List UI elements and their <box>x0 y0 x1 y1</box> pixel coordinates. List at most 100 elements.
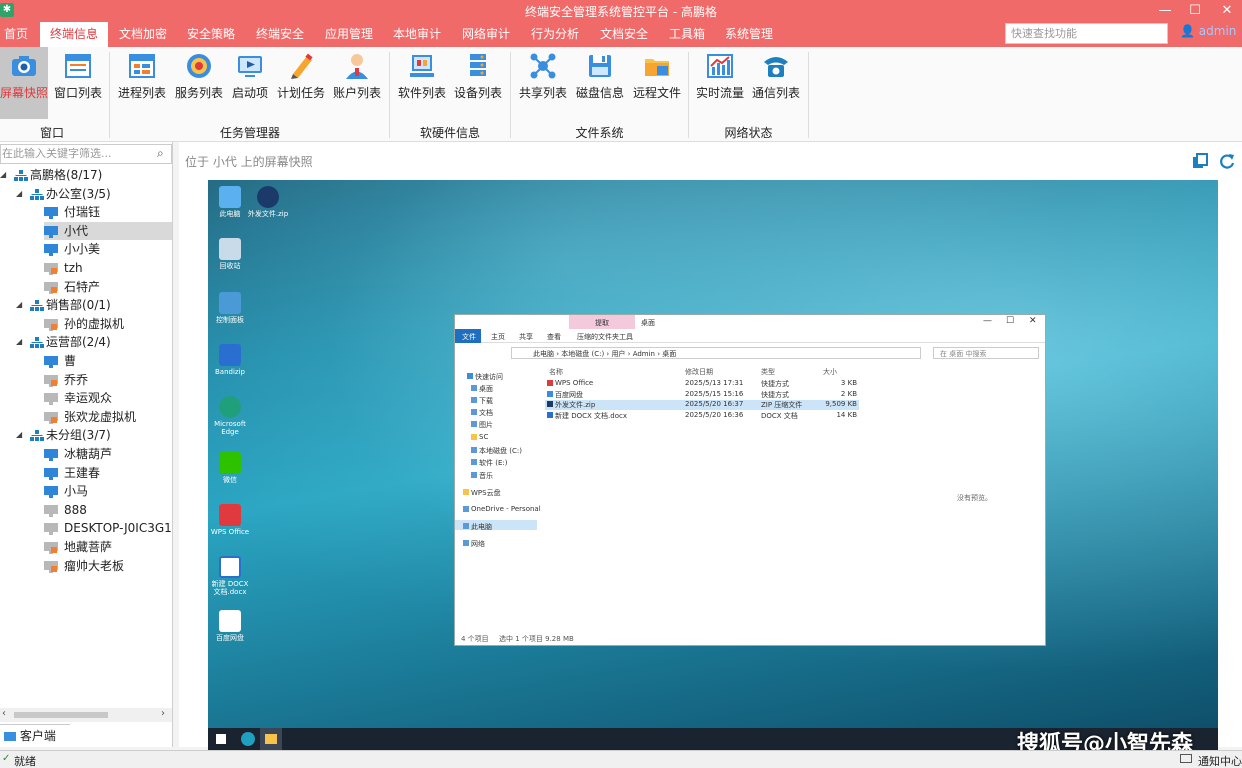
tree-node-label: 幸运观众 <box>64 391 113 406</box>
window-title: 终端安全管理系统管控平台 - 高鹏格 <box>525 5 717 19</box>
tab-client[interactable]: 客户端 <box>0 724 70 746</box>
menu-toolbox[interactable]: 工具箱 <box>662 22 712 47</box>
menu-system-management[interactable]: 系统管理 <box>718 22 780 47</box>
close-button[interactable]: ✕ <box>1212 0 1242 22</box>
service-list-button[interactable]: 服务列表 <box>172 47 226 119</box>
tree-node-label: 瘤帅大老板 <box>64 558 125 573</box>
tree-node-label: 小小美 <box>64 242 101 257</box>
explorer-nav-item: 桌面 <box>479 385 493 393</box>
camera-icon <box>12 56 36 76</box>
menu-home[interactable]: 首页 <box>0 22 32 47</box>
minimize-button[interactable]: — <box>1150 0 1180 22</box>
maximize-button[interactable]: ☐ <box>1180 0 1210 22</box>
user-menu[interactable]: 👤 admin <box>1180 24 1236 38</box>
tree-node-label: 办公室(3/5) <box>46 186 111 201</box>
explorer-close-icon: ✕ <box>1029 316 1037 326</box>
explorer-file-size: 14 KB <box>836 411 857 420</box>
device-list-button[interactable]: 设备列表 <box>452 47 504 119</box>
desktop-icon-wps: WPS Office <box>208 504 252 536</box>
nav-item-icon <box>463 540 469 546</box>
search-icon[interactable]: ⌕ <box>157 146 164 161</box>
tree-filter-input[interactable]: 在此输入关键字筛选... <box>0 144 172 164</box>
tree-node-label: 付瑞钰 <box>64 205 101 220</box>
refresh-icon[interactable] <box>1219 153 1235 169</box>
tree-node-label: 销售部(0/1) <box>46 298 111 313</box>
window-list-button[interactable]: 窗口列表 <box>52 47 104 119</box>
explorer-nav-item: 此电脑 <box>471 523 492 531</box>
menu-app-management[interactable]: 应用管理 <box>318 22 380 47</box>
tree-node-label: 王建春 <box>64 465 101 480</box>
quick-search-input[interactable]: 快速查找功能 <box>1005 23 1168 44</box>
explorer-nav-item: WPS云盘 <box>471 489 501 497</box>
explorer-file-type: 快捷方式 <box>761 380 789 388</box>
scrollbar-thumb[interactable] <box>14 712 108 718</box>
notification-center[interactable]: 通知中心 <box>1198 753 1242 768</box>
monitor-online-icon <box>44 225 58 238</box>
tree-node-label: 乔乔 <box>64 372 89 387</box>
desktop-icon-zip: 外发文件.zip <box>246 186 290 218</box>
screen-snapshot-button[interactable]: 屏幕快照 <box>0 47 48 119</box>
explorer-nav-item: 本地磁盘 (C:) <box>479 447 522 455</box>
tree-node-label: 888 <box>64 502 87 517</box>
software-list-icon <box>410 55 434 77</box>
explorer-status-count: 4 个项目 <box>461 635 489 643</box>
share-list-button[interactable]: 共享列表 <box>516 47 570 119</box>
tree-horizontal-scrollbar[interactable]: ‹ › <box>0 708 172 722</box>
monitor-locked-icon <box>44 560 58 573</box>
menu-doc-security[interactable]: 文档安全 <box>593 22 655 47</box>
process-list-button[interactable]: 进程列表 <box>115 47 169 119</box>
monitor-locked-icon <box>44 374 58 387</box>
disk-icon <box>589 55 611 77</box>
menu-security-policy[interactable]: 安全策略 <box>180 22 242 47</box>
tree-node-label: 未分组(3/7) <box>46 428 111 443</box>
ribbon-separator <box>808 52 809 138</box>
disk-info-button[interactable]: 磁盘信息 <box>574 47 626 119</box>
account-list-button[interactable]: 账户列表 <box>332 47 382 119</box>
tree-node-label: 石特产 <box>64 279 101 294</box>
startup-button[interactable]: 启动项 <box>228 47 272 119</box>
expand-triangle-icon[interactable]: ◢ <box>16 185 22 203</box>
menu-terminal-security[interactable]: 终端安全 <box>249 22 311 47</box>
org-icon <box>14 169 28 181</box>
communication-list-button[interactable]: 通信列表 <box>750 47 802 119</box>
scroll-left-icon[interactable]: ‹ <box>2 708 6 719</box>
menu-doc-encryption[interactable]: 文档加密 <box>112 22 174 47</box>
org-icon <box>30 188 44 200</box>
tree-node-label: 高鹏格(8/17) <box>30 168 103 182</box>
tree-node-label: 张欢龙虚拟机 <box>64 409 137 424</box>
menu-local-audit[interactable]: 本地审计 <box>386 22 448 47</box>
monitor-locked-icon <box>44 262 58 275</box>
desktop-icon-docx: 新建 DOCX 文档.docx <box>208 556 252 596</box>
cloud-icon <box>219 610 241 632</box>
scroll-right-icon[interactable]: › <box>161 708 165 719</box>
monitor-locked-icon <box>44 411 58 424</box>
explorer-file-size: 2 KB <box>840 389 857 398</box>
expand-triangle-icon[interactable]: ◢ <box>16 426 22 444</box>
expand-triangle-icon[interactable]: ◢ <box>0 166 6 184</box>
scheduled-task-button[interactable]: 计划任务 <box>276 47 326 119</box>
folder-taskbar-icon <box>265 734 277 744</box>
nav-item-icon <box>471 459 477 465</box>
menu-network-audit[interactable]: 网络审计 <box>455 22 517 47</box>
menu-behavior-analysis[interactable]: 行为分析 <box>524 22 586 47</box>
copy-icon[interactable] <box>1192 153 1208 169</box>
snapshot-panel: 位于 小代 上的屏幕快照 此电脑 外发文件.zip 回收站 控制面板 Bandi… <box>179 142 1242 750</box>
terminal-tree-panel: 在此输入关键字筛选... ⌕ ◢ 高鹏格(8/17) ◢ 办公室(3/5) 付瑞钰 小代小… <box>0 142 173 747</box>
expand-triangle-icon[interactable]: ◢ <box>16 296 22 314</box>
realtime-traffic-button[interactable]: 实时流量 <box>694 47 746 119</box>
monitor-online-icon <box>44 243 58 257</box>
bandizip-icon <box>219 344 241 366</box>
expand-triangle-icon[interactable]: ◢ <box>16 333 22 351</box>
monitor-icon <box>4 732 16 741</box>
explorer-preview-text: 没有预览。 <box>957 494 992 502</box>
software-list-button[interactable]: 软件列表 <box>396 47 448 119</box>
menu-terminal-info[interactable]: 终端信息 <box>40 22 108 47</box>
nav-item-icon <box>471 421 477 427</box>
tree-terminal-node[interactable]: 小代 <box>44 221 172 240</box>
file-icon <box>547 380 553 386</box>
remote-file-button[interactable]: 远程文件 <box>630 47 684 119</box>
explorer-nav-item: OneDrive - Personal <box>471 505 541 513</box>
status-text: 就绪 <box>14 755 36 768</box>
file-icon <box>547 401 553 408</box>
tab-client-label: 客户端 <box>19 729 56 743</box>
